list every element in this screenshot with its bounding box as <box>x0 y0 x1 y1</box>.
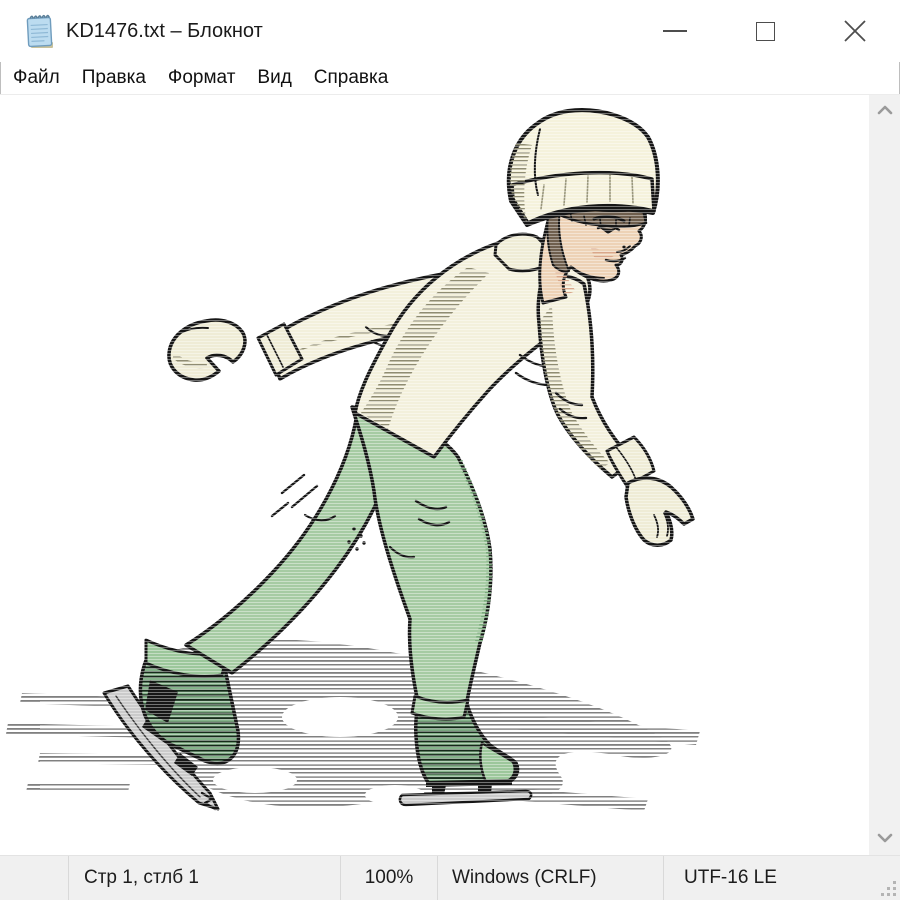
chevron-down-icon <box>877 833 893 843</box>
status-bar: Стр 1, стлб 1 100% Windows (CRLF) UTF-16… <box>0 855 900 900</box>
maximize-button[interactable] <box>720 0 810 62</box>
menu-help[interactable]: Справка <box>303 62 400 94</box>
scroll-down-button[interactable] <box>869 825 900 851</box>
menu-file[interactable]: Файл <box>2 62 71 94</box>
title-bar: KD1476.txt – Блокнот <box>0 0 900 62</box>
maximize-icon <box>756 22 775 41</box>
status-encoding: UTF-16 LE <box>663 856 900 900</box>
halftone-overlay <box>40 95 720 830</box>
window-title: KD1476.txt – Блокнот <box>66 20 263 43</box>
window-controls <box>630 0 900 62</box>
status-spacer <box>0 856 68 900</box>
menu-format[interactable]: Формат <box>157 62 247 94</box>
notepad-icon <box>25 12 57 50</box>
minimize-button[interactable] <box>630 0 720 62</box>
resize-grip-icon[interactable] <box>878 878 896 896</box>
notepad-window: KD1476.txt – Блокнот Файл Правка Формат … <box>0 0 900 900</box>
menu-view[interactable]: Вид <box>246 62 302 94</box>
minimize-icon <box>663 30 687 32</box>
scroll-up-button[interactable] <box>869 97 900 123</box>
edit-area[interactable] <box>0 95 900 855</box>
vertical-scrollbar[interactable] <box>869 95 900 855</box>
status-zoom-level: 100% <box>340 856 437 900</box>
skater-illustration <box>0 95 900 855</box>
chevron-up-icon <box>877 105 893 115</box>
status-cursor-position: Стр 1, стлб 1 <box>68 856 340 900</box>
menu-edit[interactable]: Правка <box>71 62 157 94</box>
close-button[interactable] <box>810 0 900 62</box>
close-icon <box>842 18 868 44</box>
menu-bar: Файл Правка Формат Вид Справка <box>0 62 900 95</box>
status-line-endings: Windows (CRLF) <box>437 856 663 900</box>
